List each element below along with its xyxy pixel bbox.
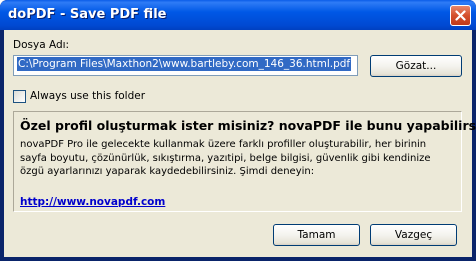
ok-button[interactable]: Tamam <box>273 224 360 246</box>
close-icon <box>455 10 466 21</box>
cancel-button[interactable]: Vazgeç <box>370 224 457 246</box>
file-path-value: C:\Program Files\Maxthon2\www.bartleby.c… <box>17 57 352 71</box>
title-bar[interactable]: doPDF - Save PDF file <box>0 0 476 30</box>
promo-body: novaPDF Pro ile gelecekte kullanmak üzer… <box>20 139 431 177</box>
file-name-label: Dosya Adı: <box>13 39 70 51</box>
file-path-input[interactable]: C:\Program Files\Maxthon2\www.bartleby.c… <box>13 55 358 76</box>
novapdf-link[interactable]: http://www.novapdf.com <box>20 196 165 208</box>
close-button[interactable] <box>450 5 471 26</box>
always-use-folder-label[interactable]: Always use this folder <box>30 90 145 102</box>
save-pdf-dialog: doPDF - Save PDF file Dosya Adı: C:\Prog… <box>0 0 476 261</box>
browse-button[interactable]: Gözat... <box>370 55 462 77</box>
dialog-body: Dosya Adı: C:\Program Files\Maxthon2\www… <box>4 30 476 257</box>
always-use-folder-checkbox[interactable] <box>13 90 26 103</box>
window-title: doPDF - Save PDF file <box>8 7 167 22</box>
promo-panel: Özel profil oluşturmak ister misiniz? no… <box>13 111 476 212</box>
promo-heading: Özel profil oluşturmak ister misiniz? no… <box>20 118 476 133</box>
